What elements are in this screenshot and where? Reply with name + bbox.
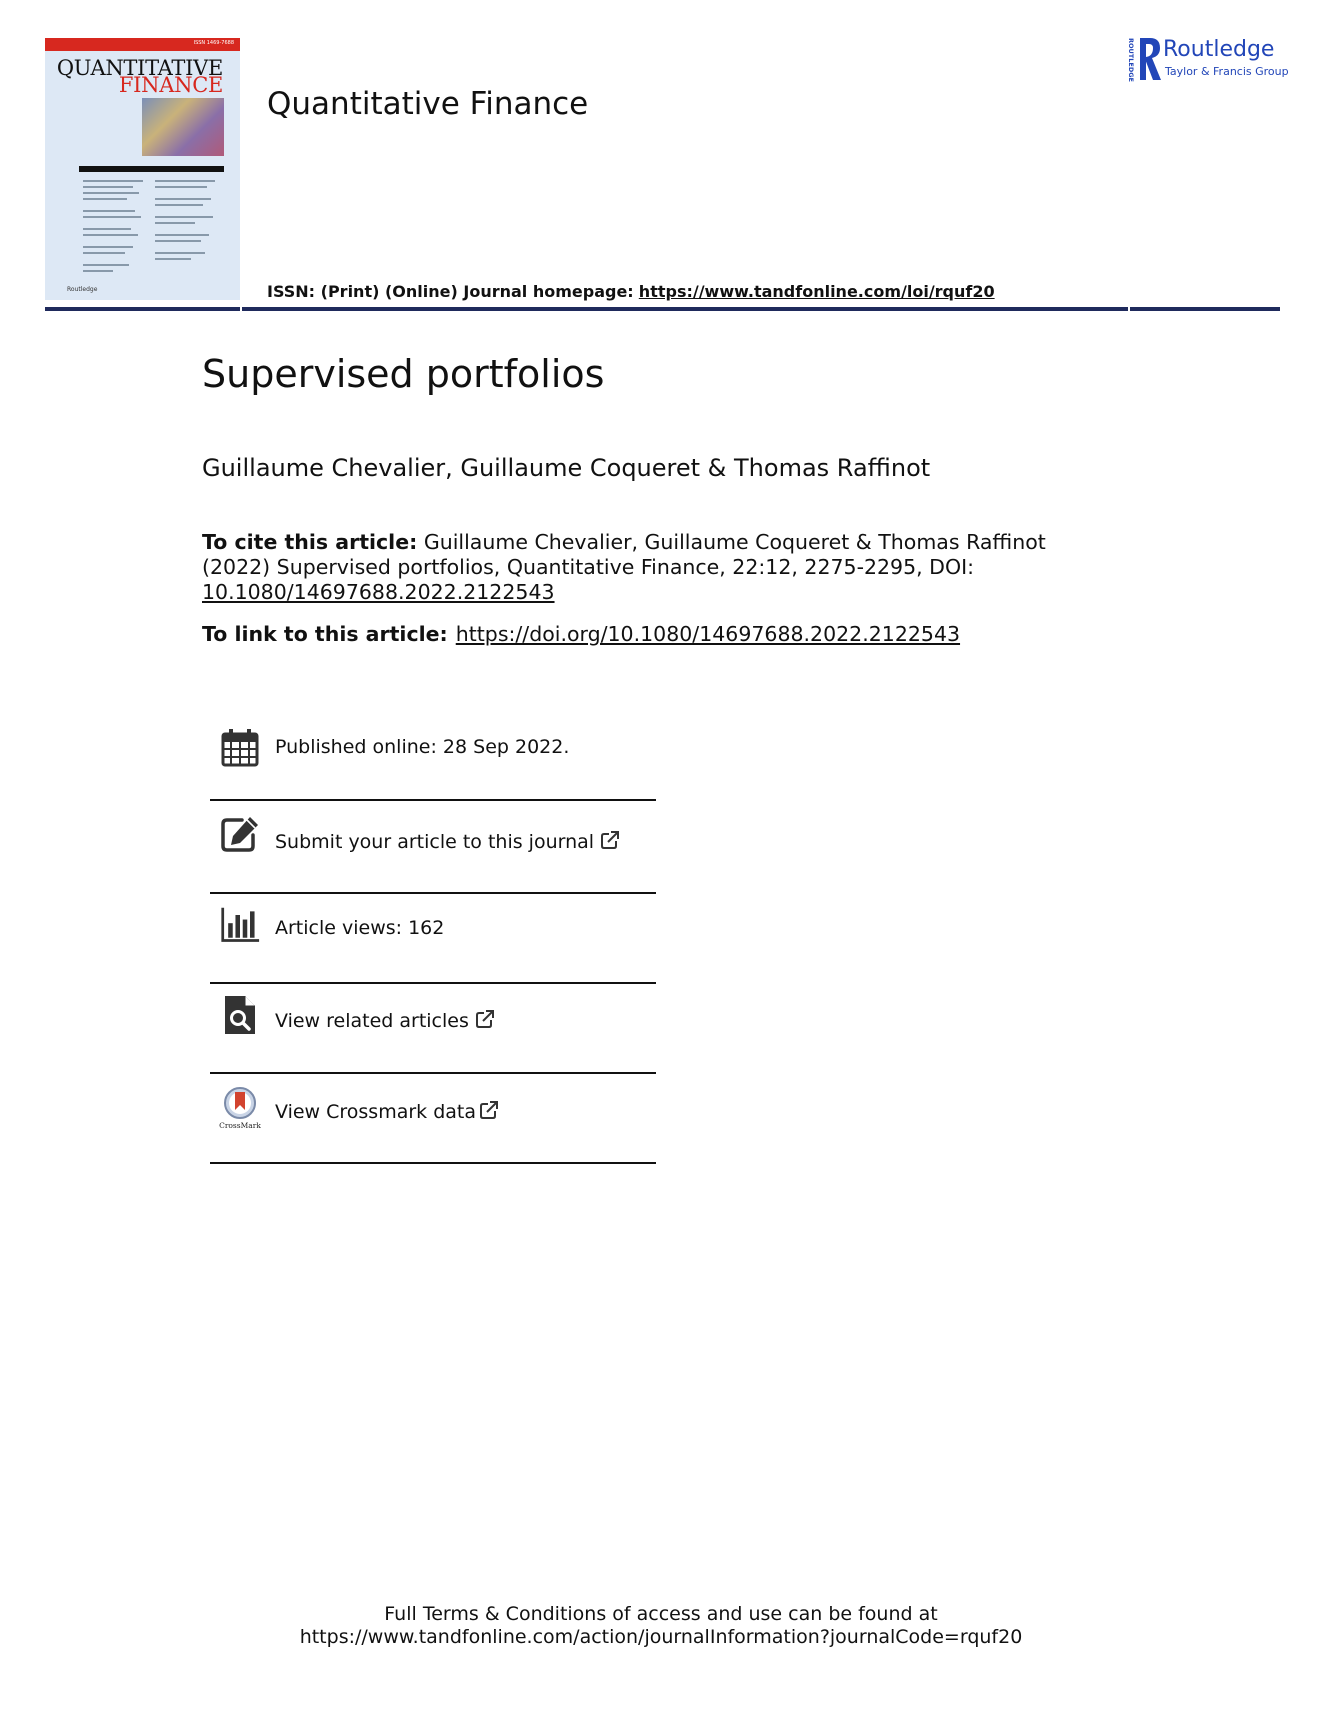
cover-text-line [83, 180, 143, 182]
header-divider [45, 307, 1280, 311]
header-divider-gap [240, 307, 242, 311]
external-link-icon [475, 1010, 494, 1028]
row-divider [210, 1162, 656, 1164]
journal-cover-image: ISSN 1469-7688 QUANTITATIVE FINANCE Rout… [45, 38, 240, 300]
cover-text-line [83, 228, 131, 230]
row-divider [210, 892, 656, 894]
cover-text-line [155, 240, 201, 242]
cover-text-line [83, 252, 125, 254]
crossmark-link[interactable]: View Crossmark data [275, 1100, 499, 1123]
cover-text-line [83, 246, 133, 248]
journal-title: Quantitative Finance [267, 86, 589, 122]
logo-side-text: ROUTLEDGE [1127, 38, 1135, 82]
article-doi-url-link[interactable]: https://doi.org/10.1080/14697688.2022.21… [456, 622, 960, 646]
cover-issn: ISSN 1469-7688 [193, 40, 234, 46]
link-label: To link to this article: [202, 622, 448, 646]
footer-line1: Full Terms & Conditions of access and us… [384, 1603, 938, 1625]
header-divider-gap [1128, 307, 1130, 311]
bar-chart-icon [221, 907, 260, 942]
document-search-icon [225, 996, 255, 1034]
citation-label: To cite this article: [202, 530, 418, 554]
cover-text-line [83, 186, 133, 188]
footer-terms: Full Terms & Conditions of access and us… [0, 1603, 1322, 1649]
related-articles-text: View related articles [275, 1010, 469, 1032]
cover-publisher: Routledge [67, 286, 98, 293]
cover-text-line [155, 216, 213, 218]
article-views-text: Article views: 162 [275, 917, 445, 939]
cover-volume-bar [79, 166, 224, 172]
edit-icon [221, 817, 258, 852]
routledge-logo-subtitle: Taylor & Francis Group [1165, 65, 1289, 78]
citation-block: To cite this article: Guillaume Chevalie… [202, 530, 1062, 605]
submit-article-link[interactable]: Submit your article to this journal [275, 830, 620, 853]
submit-article-text: Submit your article to this journal [275, 831, 595, 853]
article-link-line: To link to this article: https://doi.org/… [202, 622, 960, 646]
external-link-icon [601, 831, 620, 849]
citation-doi-link[interactable]: 10.1080/14697688.2022.2122543 [202, 580, 555, 604]
issn-line: ISSN: (Print) (Online) Journal homepage:… [267, 282, 995, 301]
issn-text: ISSN: (Print) (Online) Journal homepage: [267, 282, 634, 301]
footer-terms-url[interactable]: https://www.tandfonline.com/action/journ… [0, 1626, 1322, 1649]
routledge-logo-icon: ROUTLEDGE [1127, 38, 1161, 82]
cover-text-line [83, 270, 113, 272]
crossmark-text: View Crossmark data [275, 1101, 477, 1123]
cover-text-line [155, 222, 195, 224]
calendar-icon [221, 729, 259, 767]
cover-text-line [155, 252, 205, 254]
row-divider [210, 799, 656, 801]
cover-text-line [155, 186, 207, 188]
cover-artwork [142, 98, 224, 156]
cover-text-line [155, 204, 203, 206]
cover-text-line [83, 210, 135, 212]
published-online-text: Published online: 28 Sep 2022. [275, 736, 570, 758]
cover-text-line [83, 216, 141, 218]
cover-text-line [155, 258, 191, 260]
article-authors: Guillaume Chevalier, Guillaume Coqueret … [202, 454, 931, 482]
article-title: Supervised portfolios [202, 352, 605, 396]
cover-text-line [83, 192, 139, 194]
crossmark-logo-text: CrossMark [219, 1121, 261, 1130]
cover-text-line [83, 264, 129, 266]
related-articles-link[interactable]: View related articles [275, 1009, 495, 1032]
journal-homepage-link[interactable]: https://www.tandfonline.com/loi/rquf20 [639, 282, 995, 301]
cover-text-line [83, 198, 127, 200]
row-divider [210, 1072, 656, 1074]
cover-text-line [155, 234, 209, 236]
cover-text-line [83, 234, 138, 236]
external-link-icon [480, 1101, 499, 1119]
cover-text-line [155, 180, 215, 182]
cover-title-line2: FINANCE [118, 73, 223, 97]
row-divider [210, 982, 656, 984]
cover-text-line [155, 198, 211, 200]
crossmark-icon: CrossMark [219, 1087, 261, 1130]
routledge-logo-text: Routledge [1163, 37, 1275, 62]
